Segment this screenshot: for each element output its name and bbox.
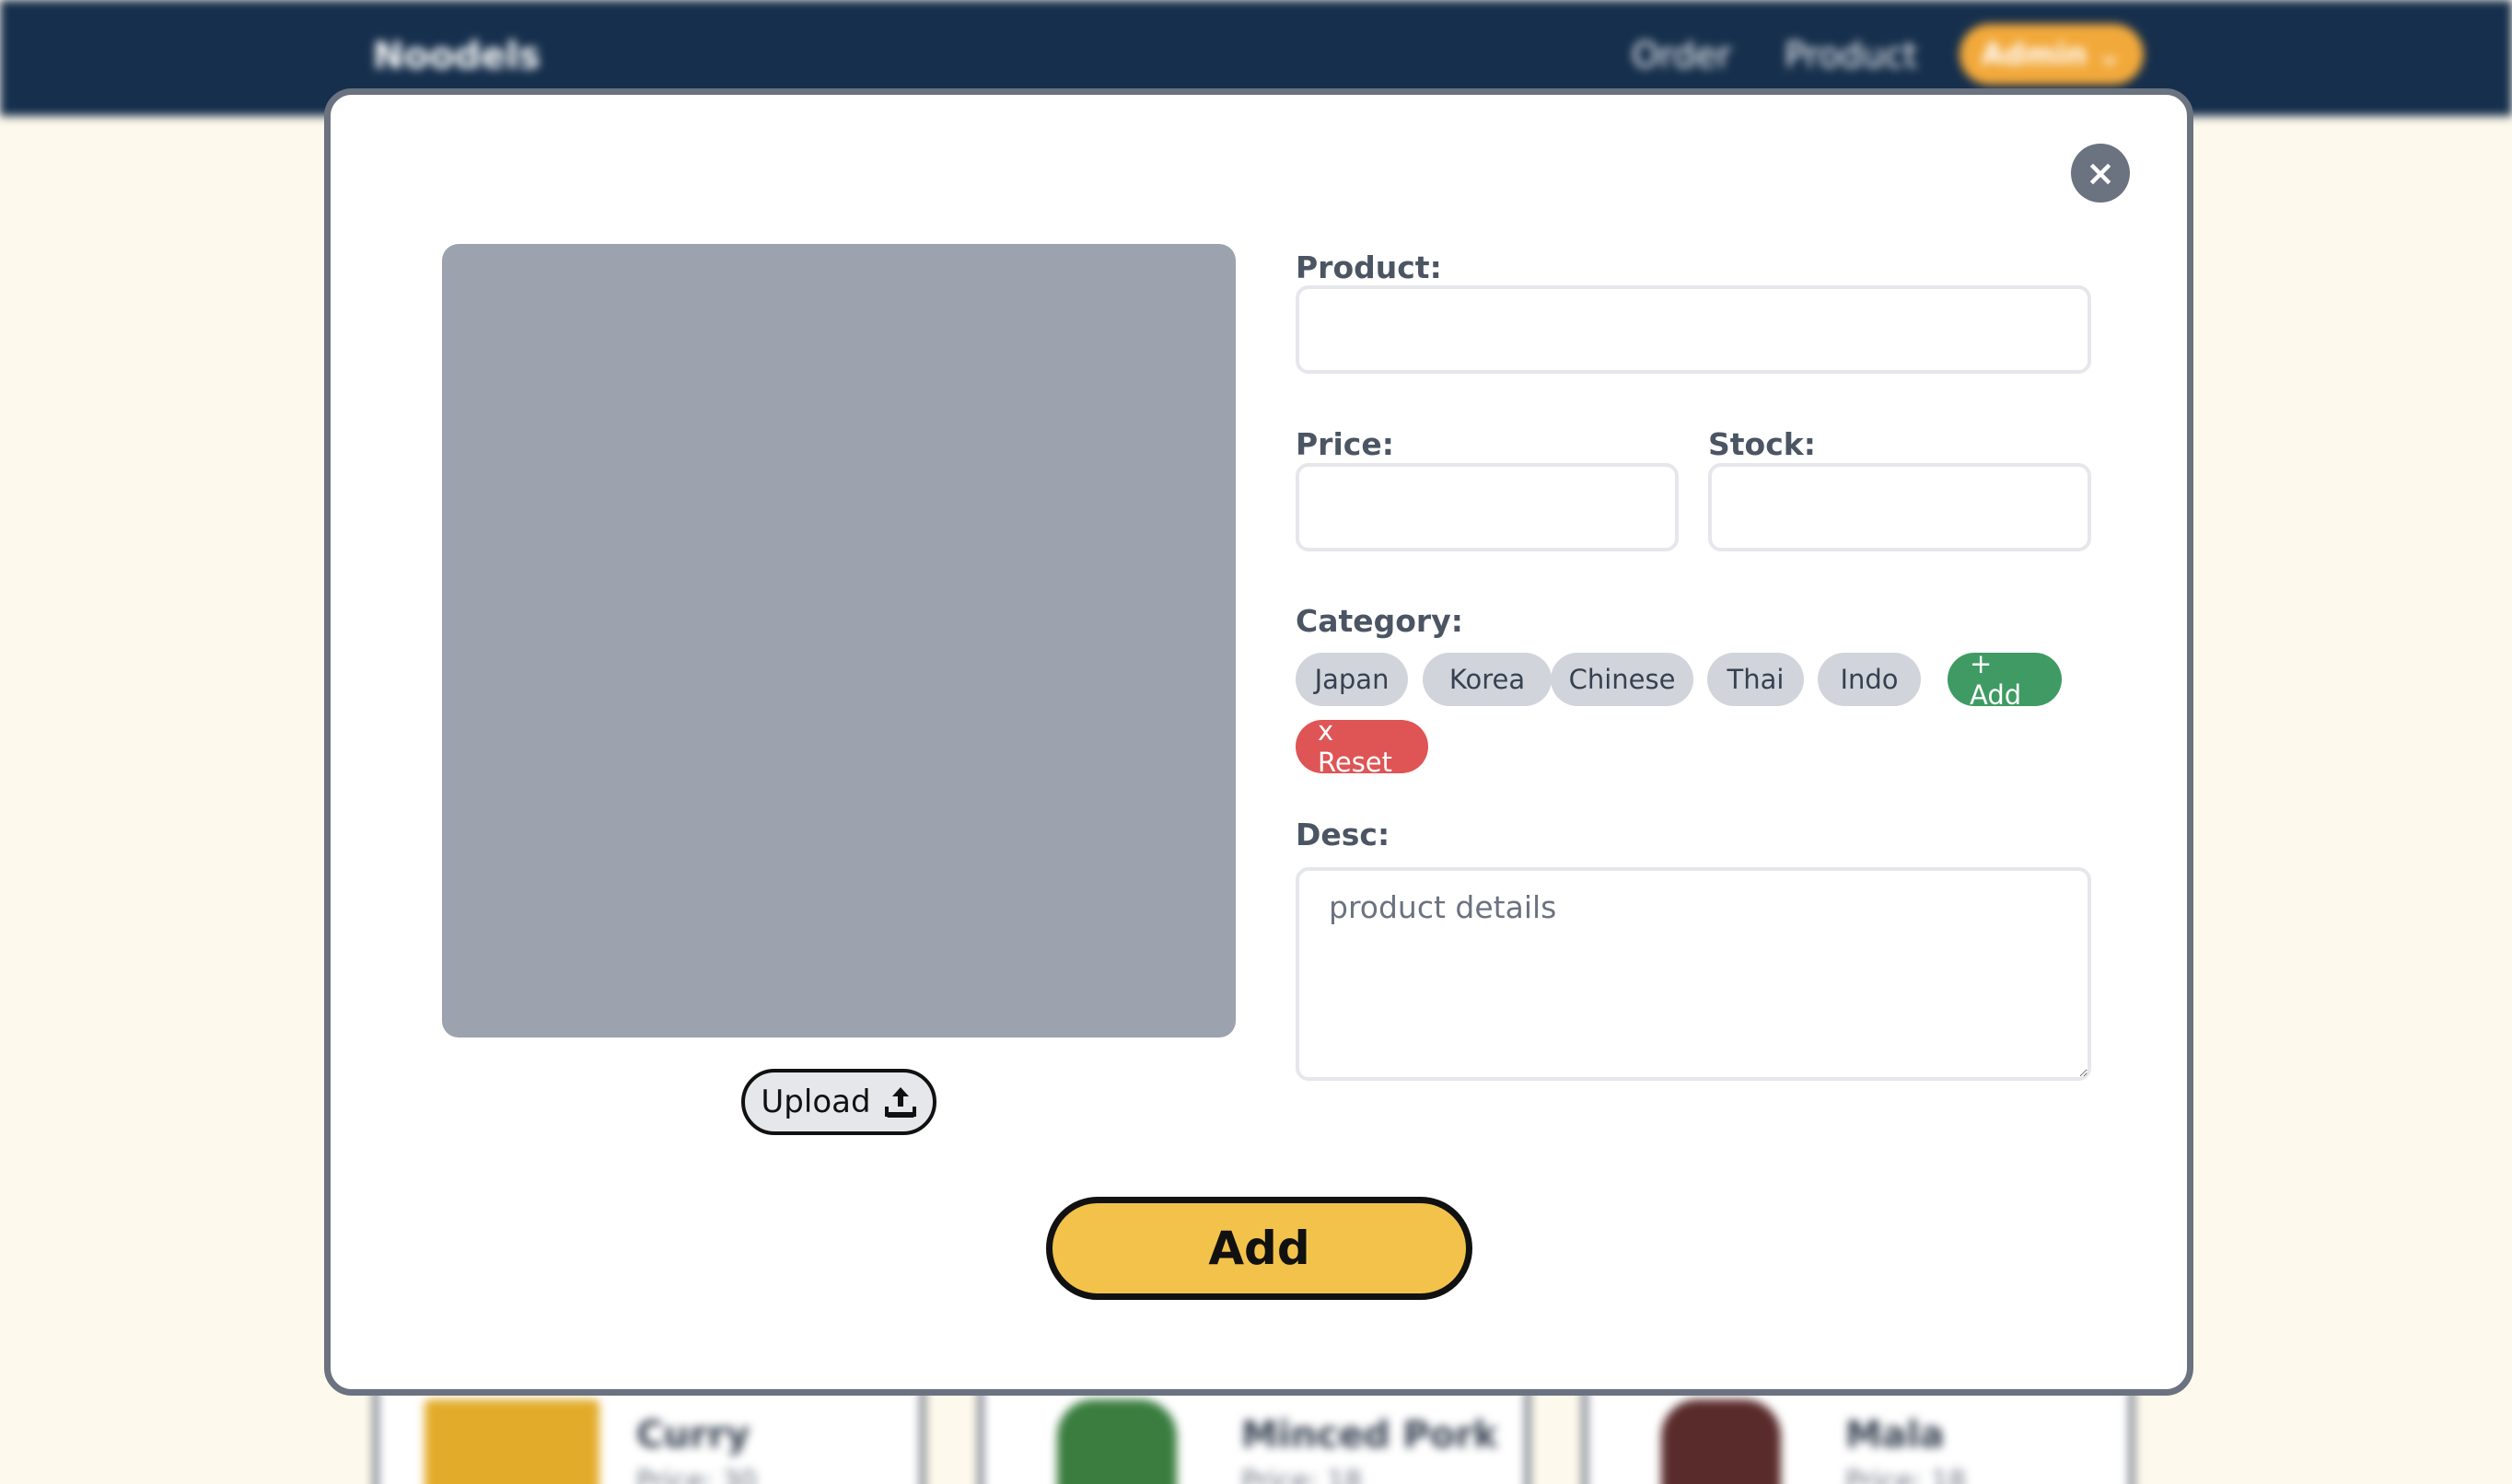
category-chip-thai[interactable]: Thai [1707,653,1804,706]
category-chip-chinese[interactable]: Chinese [1551,653,1693,706]
nav-link-product[interactable]: Product [1785,35,1917,75]
reset-category-button[interactable]: x Reset [1296,715,1428,778]
stock-input[interactable] [1708,463,2091,551]
category-chip-korea[interactable]: Korea [1423,653,1552,706]
product-label: Product: [1296,249,1442,285]
category-chip-japan[interactable]: Japan [1296,653,1408,706]
product-thumbnail [1057,1399,1177,1484]
product-card-name: Mala [1845,1414,1945,1456]
close-icon[interactable]: × [2071,144,2130,203]
product-thumbnail [424,1399,599,1484]
upload-label: Upload [761,1084,871,1120]
product-card-name: Minced Pork [1241,1414,1498,1456]
image-preview [442,244,1236,1038]
stock-label: Stock: [1708,426,1816,462]
product-input[interactable] [1296,285,2091,374]
admin-menu-button[interactable]: Admin ⌄ [1960,24,2144,85]
product-card-price: Price: 30 [636,1466,758,1484]
product-card-price: Price: 18 [1241,1466,1363,1484]
product-thumbnail [1661,1399,1781,1484]
upload-icon [884,1087,916,1118]
add-category-button[interactable]: + Add [1948,648,2062,711]
add-product-modal: × Upload Product: Price: Stock: Category… [324,88,2193,1396]
brand-logo[interactable]: Noodels [373,35,541,77]
product-card-price: Price: 18 [1845,1466,1967,1484]
price-input[interactable] [1296,463,1679,551]
category-chip-indo[interactable]: Indo [1818,653,1921,706]
desc-textarea[interactable] [1296,867,2091,1081]
nav-link-order[interactable]: Order [1632,35,1731,75]
upload-button[interactable]: Upload [741,1069,936,1135]
add-product-button[interactable]: Add [1046,1197,1472,1300]
category-label: Category: [1296,603,1463,639]
desc-label: Desc: [1296,817,1390,852]
product-card-name: Curry [636,1414,750,1456]
price-label: Price: [1296,426,1394,462]
